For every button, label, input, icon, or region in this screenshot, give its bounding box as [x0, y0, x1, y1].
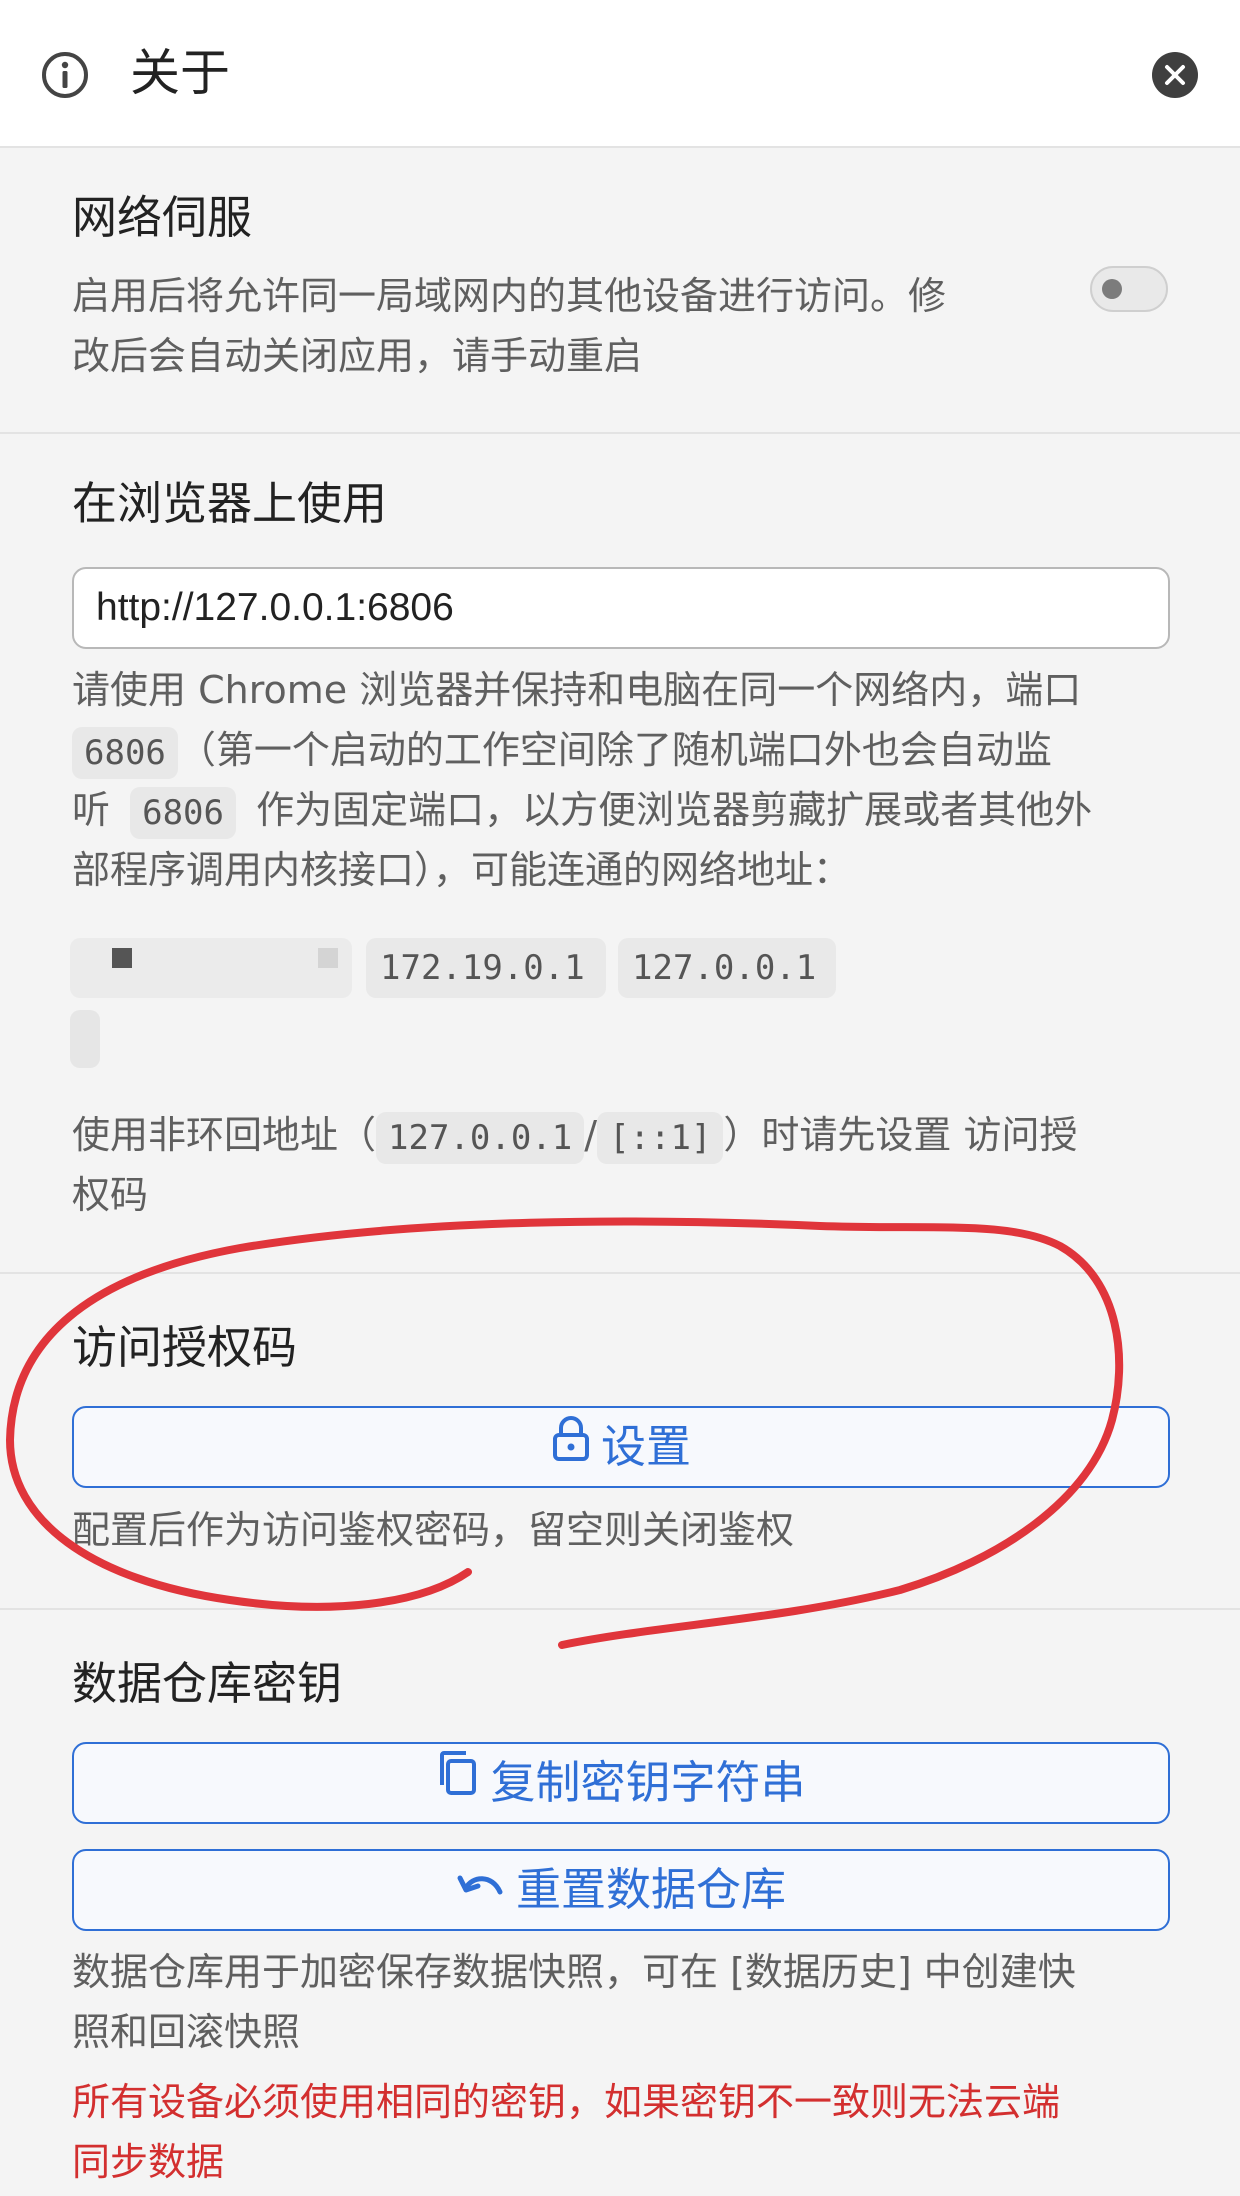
warning-line1: 所有设备必须使用相同的密钥，如果密钥不一致则无法云端	[72, 2080, 1061, 2124]
network-serve-title: 网络伺服	[72, 191, 253, 244]
port-code: 6806	[72, 726, 178, 779]
set-access-code-button[interactable]: 设置	[72, 1406, 1170, 1488]
address-chip-2: 127.0.0.1	[618, 938, 836, 998]
network-serve-desc-line1: 启用后将允许同一局域网内的其他设备进行访问。修	[72, 274, 947, 318]
network-serve-desc-line2: 改后会自动关闭应用，请手动重启	[72, 334, 643, 378]
browser-desc-line3-pre: 听	[72, 788, 111, 832]
browser-desc-line2: 6806 （第一个启动的工作空间除了随机端口外也会自动监	[72, 720, 1182, 780]
loopback-v4-code: 127.0.0.1	[376, 1111, 585, 1164]
loopback-note-line1: 使用非环回地址（ 127.0.0.1/[::1] ）时请先设置 访问授	[72, 1105, 1192, 1165]
reset-repo-label: 重置数据仓库	[515, 1863, 786, 1916]
server-url-field[interactable]: http://127.0.0.1:6806	[72, 567, 1170, 649]
browser-desc-line4: 部程序调用内核接口），可能连通的网络地址：	[72, 848, 852, 892]
network-serve-toggle[interactable]	[1090, 266, 1168, 312]
loopback-note-post: ）时请先设置 访问授	[723, 1113, 1078, 1157]
loopback-note-pre: 使用非环回地址（	[72, 1113, 377, 1157]
set-access-code-label: 设置	[600, 1420, 691, 1473]
address-chip-1: 172.19.0.1	[366, 938, 606, 998]
redacted-mark	[112, 948, 132, 968]
browser-desc-line3-text: 作为固定端口，以方便浏览器剪藏扩展或者其他外	[256, 788, 1093, 832]
warning-line2: 同步数据	[72, 2140, 225, 2184]
redacted-mark	[318, 948, 338, 968]
copy-key-button[interactable]: 复制密钥字符串	[72, 1742, 1170, 1824]
network-serve-section: 网络伺服 启用后将允许同一局域网内的其他设备进行访问。修 改后会自动关闭应用，请…	[0, 148, 1240, 434]
browser-use-title: 在浏览器上使用	[72, 477, 388, 530]
browser-desc-line3: 听 6806 作为固定端口，以方便浏览器剪藏扩展或者其他外	[72, 780, 1182, 840]
lock-icon	[551, 1407, 591, 1485]
repo-key-description: 数据仓库用于加密保存数据快照，可在 [数据历史] 中创建快 照和回滚快照	[72, 1942, 1192, 2062]
undo-icon	[456, 1850, 506, 1928]
dialog-header: 关于	[0, 0, 1240, 148]
loopback-note: 使用非环回地址（ 127.0.0.1/[::1] ）时请先设置 访问授 权码	[72, 1105, 1192, 1225]
repo-key-warning: 所有设备必须使用相同的密钥，如果密钥不一致则无法云端 同步数据	[72, 2072, 1192, 2192]
copy-icon	[436, 1743, 480, 1821]
access-code-description: 配置后作为访问鉴权密码，留空则关闭鉴权	[72, 1508, 795, 1552]
copy-key-label: 复制密钥字符串	[490, 1756, 806, 1809]
loopback-sep: /	[584, 1113, 598, 1157]
loopback-v6-code: [::1]	[597, 1111, 724, 1164]
dialog-title: 关于	[130, 44, 230, 102]
reset-repo-button[interactable]: 重置数据仓库	[72, 1849, 1170, 1931]
repo-desc-line2: 照和回滚快照	[72, 2010, 301, 2054]
browser-use-description: 请使用 Chrome 浏览器并保持和电脑在同一个网络内，端口 6806 （第一个启…	[72, 660, 1182, 900]
toggle-knob	[1102, 279, 1122, 299]
browser-desc-line2-text: （第一个启动的工作空间除了随机端口外也会自动监	[177, 728, 1052, 772]
loopback-note-line2: 权码	[72, 1173, 149, 1217]
info-circle-icon	[40, 50, 90, 100]
redacted-address-chip	[70, 1010, 100, 1068]
network-serve-description: 启用后将允许同一局域网内的其他设备进行访问。修 改后会自动关闭应用，请手动重启	[72, 266, 1052, 386]
redacted-address-chip	[70, 938, 352, 998]
access-code-title: 访问授权码	[72, 1321, 298, 1374]
close-icon	[1165, 65, 1185, 85]
browser-desc-line1: 请使用 Chrome 浏览器并保持和电脑在同一个网络内，端口	[72, 668, 1082, 712]
close-button[interactable]	[1152, 52, 1198, 98]
port-code-2: 6806	[130, 786, 236, 839]
repo-key-title: 数据仓库密钥	[72, 1657, 343, 1710]
repo-desc-line1: 数据仓库用于加密保存数据快照，可在 [数据历史] 中创建快	[72, 1950, 1076, 1994]
